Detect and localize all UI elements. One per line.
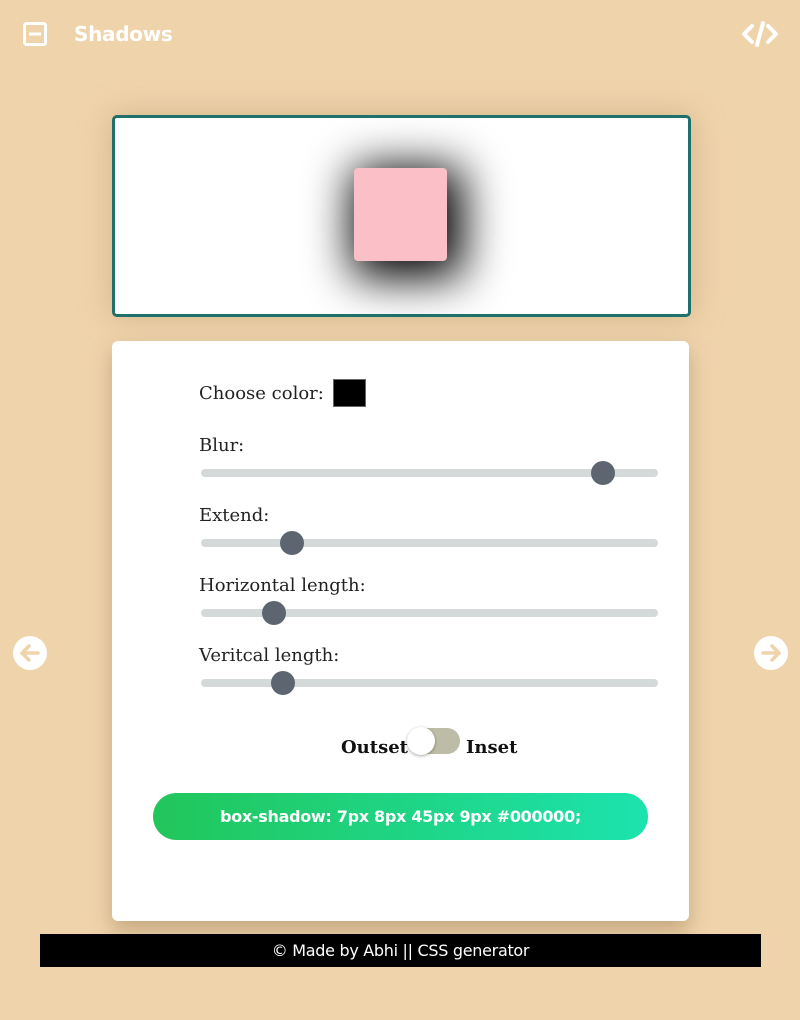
vertical-length-label: Veritcal length: [199,645,340,666]
extend-slider[interactable] [201,531,658,555]
css-output-button[interactable]: box-shadow: 7px 8px 45px 9px #000000; [153,793,648,840]
color-picker-row: Choose color: [199,379,366,407]
horizontal-length-slider[interactable] [201,601,658,625]
vertical-length-slider[interactable] [201,671,658,695]
blur-slider[interactable] [201,461,658,485]
outset-label: Outset [341,737,408,758]
page-title: Shadows [74,22,173,46]
color-label: Choose color: [199,382,324,404]
vertical-length-slider-thumb[interactable] [271,671,296,695]
shadow-preview-panel [112,115,691,317]
extend-label: Extend: [199,505,270,526]
blur-slider-thumb[interactable] [591,461,616,485]
arrow-right-circle-icon[interactable] [754,636,788,670]
blur-label: Blur: [199,435,245,456]
controls-card: Choose color: Blur: Extend: Horizontal l… [112,341,689,921]
color-swatch-input[interactable] [332,379,366,407]
shadow-preview-square [354,168,447,261]
outset-inset-toggle-row: Outset Inset [112,727,689,767]
horizontal-length-label: Horizontal length: [199,575,366,596]
collapse-square-icon[interactable] [23,22,47,46]
inset-toggle-switch[interactable] [407,727,460,755]
code-icon[interactable] [742,20,778,48]
horizontal-length-slider-thumb[interactable] [262,601,287,625]
arrow-left-circle-icon[interactable] [13,636,47,670]
toggle-knob [407,727,435,755]
footer: © Made by Abhi || CSS generator [40,934,761,967]
inset-label: Inset [466,737,518,758]
extend-slider-thumb[interactable] [280,531,305,555]
header-bar: Shadows [0,0,800,70]
